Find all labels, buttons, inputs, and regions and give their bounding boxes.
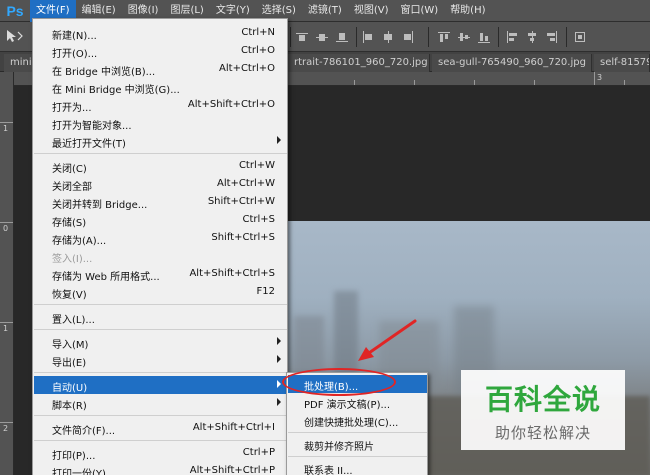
align-top-edges-icon[interactable] — [438, 31, 450, 43]
menu-item-print-one-copy[interactable]: 打印一份(Y) Alt+Shift+Ctrl+P — [34, 462, 287, 475]
tab-label: minia — [10, 57, 33, 68]
ruler-tick — [594, 72, 595, 85]
menu-item-check-in: 签入(I)... — [52, 254, 93, 265]
watermark-title: 百科全说 — [484, 383, 601, 416]
distribute-hcenter-icon[interactable] — [382, 31, 394, 43]
menu-item-save-for-web[interactable]: 存储为 Web 所用格式... Alt+Shift+Ctrl+S — [34, 265, 287, 283]
menu-filter[interactable]: 滤镜(T) — [302, 0, 348, 22]
menu-item-print[interactable]: 打印(P)... Ctrl+P — [34, 444, 287, 462]
distribute-left-icon[interactable] — [362, 31, 374, 43]
watermark-subtitle: 助你轻松解决 — [494, 424, 591, 442]
tab-portrait[interactable]: rtrait-786101_960_720.jpg× — [288, 54, 430, 72]
auto-align-layers-icon[interactable] — [574, 31, 586, 43]
ruler-number: 0 — [3, 224, 9, 233]
align-left-edges-icon[interactable] — [506, 31, 518, 43]
menu-separator — [34, 372, 287, 373]
menu-item-place[interactable]: 置入(L)... — [34, 308, 287, 326]
submenu-arrow-icon — [277, 398, 281, 406]
align-vcenters-icon[interactable] — [458, 31, 470, 43]
align-right-edges-icon[interactable] — [546, 31, 558, 43]
submenu-arrow-icon — [277, 337, 281, 345]
menu-separator — [34, 440, 287, 441]
ruler-vertical: 1 0 1 2 — [0, 72, 14, 475]
tab-self[interactable]: self-81579 — [594, 54, 650, 72]
options-separator — [498, 27, 499, 47]
submenu-item-crop-straighten[interactable]: 裁剪并修齐照片 — [288, 435, 427, 453]
tab-label: sea-gull-765490_960_720.jpg — [438, 57, 586, 68]
options-separator — [428, 27, 429, 47]
menu-item-close-go-bridge[interactable]: 关闭并转到 Bridge... Shift+Ctrl+W — [34, 193, 287, 211]
menu-item-file-info[interactable]: 文件简介(F)... Alt+Shift+Ctrl+I — [34, 419, 287, 437]
align-hcenters-icon[interactable] — [526, 31, 538, 43]
menu-help[interactable]: 帮助(H) — [444, 0, 491, 22]
watermark-logo: 百科全说 助你轻松解决 — [461, 370, 625, 450]
ruler-tick — [0, 122, 13, 123]
ruler-number: 3 — [597, 73, 603, 82]
menu-item-export[interactable]: 导出(E) — [34, 351, 287, 369]
submenu-arrow-icon — [277, 380, 281, 388]
menu-separator — [34, 304, 287, 305]
ruler-number: 1 — [3, 324, 9, 333]
tab-label: self-81579 — [600, 57, 650, 68]
menu-separator — [34, 153, 287, 154]
distribute-bottom-icon[interactable] — [336, 31, 348, 43]
ruler-tick — [354, 80, 355, 85]
submenu-arrow-icon — [277, 136, 281, 144]
submenu-arrow-icon — [277, 355, 281, 363]
options-separator — [566, 27, 567, 47]
ruler-tick — [0, 322, 13, 323]
move-tool-icon[interactable] — [4, 28, 28, 46]
file-menu-dropdown: 新建(N)... Ctrl+N 打开(O)... Ctrl+O 在 Bridge 中… — [32, 18, 288, 475]
menu-item-browse-mini-bridge[interactable]: 在 Mini Bridge 中浏览(G)... — [34, 78, 287, 96]
menu-item-import[interactable]: 导入(M) — [34, 333, 287, 351]
ruler-number: 1 — [3, 124, 9, 133]
menu-separator — [288, 456, 427, 457]
menu-item-revert[interactable]: 恢复(V) F12 — [34, 283, 287, 301]
distribute-right-icon[interactable] — [402, 31, 414, 43]
ruler-tick — [624, 80, 625, 85]
menu-separator — [288, 432, 427, 433]
menu-item-save[interactable]: 存储(S) Ctrl+S — [34, 211, 287, 229]
submenu-item-create-droplet[interactable]: 创建快捷批处理(C)... — [288, 411, 427, 429]
submenu-item-pdf-presentation[interactable]: PDF 演示文稿(P)... — [288, 393, 427, 411]
ruler-tick — [534, 80, 535, 85]
submenu-item-contact-sheet[interactable]: 联系表 II... — [288, 459, 427, 475]
tab-label: rtrait-786101_960_720.jpg — [294, 57, 428, 68]
distribute-top-icon[interactable] — [296, 31, 308, 43]
tab-sea-gull[interactable]: sea-gull-765490_960_720.jpg× — [432, 54, 592, 72]
menu-item-open-as[interactable]: 打开为... Alt+Shift+Ctrl+O — [34, 96, 287, 114]
ruler-tick — [474, 80, 475, 85]
options-separator — [356, 27, 357, 47]
menu-item-recent-files[interactable]: 最近打开文件(T) — [34, 132, 287, 150]
ruler-tick — [414, 80, 415, 85]
menu-item-automate[interactable]: 自动(U) — [34, 376, 287, 394]
menu-item-scripts[interactable]: 脚本(R) — [34, 394, 287, 412]
distribute-vcenter-icon[interactable] — [316, 31, 328, 43]
menu-item-close-all[interactable]: 关闭全部 Alt+Ctrl+W — [34, 175, 287, 193]
menu-item-new[interactable]: 新建(N)... Ctrl+N — [34, 24, 287, 42]
menu-item-close[interactable]: 关闭(C) Ctrl+W — [34, 157, 287, 175]
menu-window[interactable]: 窗口(W) — [394, 0, 444, 22]
menu-item-open-smart-object[interactable]: 打开为智能对象... — [34, 114, 287, 132]
menu-item-browse-bridge[interactable]: 在 Bridge 中浏览(B)... Alt+Ctrl+O — [34, 60, 287, 78]
options-separator — [290, 27, 291, 47]
menu-separator — [34, 415, 287, 416]
menu-separator — [34, 329, 287, 330]
menu-item-open[interactable]: 打开(O)... Ctrl+O — [34, 42, 287, 60]
ruler-tick — [0, 422, 13, 423]
menu-item-save-as[interactable]: 存储为(A)... Shift+Ctrl+S — [34, 229, 287, 247]
photoshop-logo: Ps — [6, 2, 24, 19]
align-bottom-edges-icon[interactable] — [478, 31, 490, 43]
tab-minia[interactable]: minia — [4, 54, 34, 72]
menu-view[interactable]: 视图(V) — [348, 0, 395, 22]
ruler-number: 2 — [3, 424, 9, 433]
pointer-arrow-icon — [358, 319, 417, 361]
ruler-tick — [0, 222, 13, 223]
